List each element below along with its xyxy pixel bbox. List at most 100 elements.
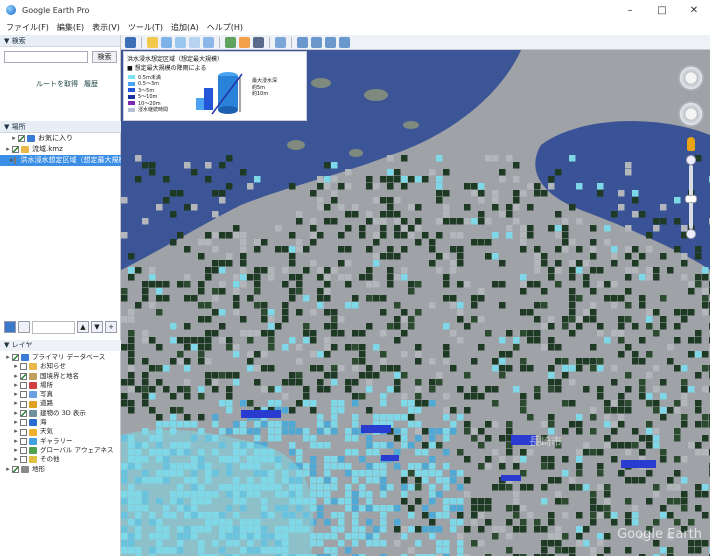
checkbox[interactable] (20, 382, 27, 390)
map-cell (569, 204, 576, 211)
layer-item[interactable]: ▸ お知らせ (4, 362, 121, 371)
layer-item[interactable]: ▸ 場所 (4, 381, 121, 390)
tour-icon[interactable] (203, 36, 214, 48)
menu-view[interactable]: 表示(V) (92, 22, 120, 33)
zoom-slider[interactable] (685, 165, 697, 229)
sidebar-toggle-icon[interactable] (125, 36, 136, 48)
places-panel-header[interactable]: ▼ 場所 (0, 121, 121, 133)
checkbox[interactable] (18, 135, 25, 142)
zoom-in-icon[interactable] (686, 155, 696, 165)
expand-icon[interactable]: ▸ (12, 399, 20, 408)
places-item[interactable]: ▸ 流域.kmz (0, 144, 121, 155)
checkbox[interactable] (12, 465, 19, 473)
layer-item[interactable]: ▸ その他 (4, 455, 121, 464)
building-icon (29, 409, 37, 417)
layer-item[interactable]: ▸ 写真 (4, 390, 121, 399)
layer-item[interactable]: ▸ 地形 (4, 465, 121, 474)
add-folder-icon[interactable]: + (105, 321, 117, 333)
overlay-icon[interactable] (189, 36, 200, 48)
map-cell (184, 246, 191, 253)
layer-item[interactable]: ▸ 天気 (4, 427, 121, 436)
save-image-icon[interactable] (325, 36, 336, 48)
map-cell (618, 414, 625, 421)
menu-edit[interactable]: 編集(E) (57, 22, 84, 33)
map-cell (282, 344, 289, 351)
maximize-button[interactable]: □ (646, 0, 678, 20)
search-input[interactable] (4, 51, 88, 63)
checkbox[interactable] (20, 456, 27, 464)
expand-icon[interactable]: ▸ (12, 372, 20, 381)
minimize-button[interactable]: – (614, 0, 646, 20)
checkbox[interactable] (20, 419, 27, 427)
get-directions-link[interactable]: ルートを取得 (36, 79, 78, 89)
expand-icon[interactable]: ▸ (4, 353, 12, 362)
menu-help[interactable]: ヘルプ(H) (207, 22, 243, 33)
checkbox[interactable] (12, 354, 19, 362)
expand-icon[interactable]: ▸ (10, 133, 18, 144)
history-link[interactable]: 履歴 (84, 79, 98, 89)
map-view-icon[interactable] (4, 321, 16, 333)
map-viewport[interactable]: 洪水浸水想定区域（想定最大規模） ■ 想定最大規模の降雨による 0.5m未満 0.… (121, 35, 710, 556)
view-in-maps-icon[interactable] (339, 36, 350, 48)
layer-item[interactable]: ▸ グローバル アウェアネス (4, 446, 121, 455)
menu-add[interactable]: 追加(A) (171, 22, 199, 33)
ruler-icon[interactable] (275, 36, 286, 48)
planets-icon[interactable] (253, 36, 264, 48)
layer-item[interactable]: ▸ ギャラリー (4, 437, 121, 446)
map-cell (562, 232, 569, 239)
checkbox[interactable] (20, 437, 27, 445)
move-joystick-icon[interactable] (678, 101, 704, 127)
expand-icon[interactable]: ▸ (12, 427, 20, 436)
expand-icon[interactable]: ▸ (12, 418, 20, 427)
map-cell (513, 344, 520, 351)
menu-file[interactable]: ファイル(F) (6, 22, 49, 33)
down-arrow-icon[interactable]: ▼ (91, 321, 103, 333)
expand-icon[interactable]: ▸ (12, 455, 20, 464)
places-item[interactable]: ▸ 洪水浸水想定区域（想定最大規模） (0, 155, 133, 166)
checkbox[interactable] (20, 428, 27, 436)
up-arrow-icon[interactable]: ▲ (77, 321, 89, 333)
polygon-icon[interactable] (161, 36, 172, 48)
expand-icon[interactable]: ▸ (12, 446, 20, 455)
historical-imagery-icon[interactable] (225, 36, 236, 48)
checkbox[interactable] (12, 146, 19, 153)
zoom-slider-knob[interactable] (685, 195, 697, 203)
look-joystick-icon[interactable] (678, 65, 704, 91)
expand-icon[interactable]: ▸ (12, 409, 20, 418)
expand-icon[interactable]: ▸ (12, 381, 20, 390)
expand-icon[interactable]: ▸ (4, 144, 12, 155)
sun-icon[interactable] (239, 36, 250, 48)
list-view-icon[interactable] (18, 321, 30, 333)
checkbox[interactable] (20, 363, 27, 371)
layer-item[interactable]: ▸ 国境界と地名 (4, 372, 121, 381)
print-icon[interactable] (311, 36, 322, 48)
close-button[interactable]: ✕ (678, 0, 710, 20)
map-cell (485, 498, 492, 505)
map-cell (352, 540, 359, 547)
placemark-icon[interactable] (147, 36, 158, 48)
search-button[interactable]: 検索 (92, 51, 117, 63)
places-item[interactable]: ▸ お気に入り (0, 133, 121, 144)
layer-item[interactable]: ▸ 道路 (4, 399, 121, 408)
street-view-pegman-icon[interactable] (687, 137, 695, 151)
checkbox[interactable] (20, 447, 27, 455)
zoom-out-icon[interactable] (686, 229, 696, 239)
checkbox[interactable] (20, 372, 27, 380)
map-cell (387, 267, 394, 274)
layer-item[interactable]: ▸ 海 (4, 418, 121, 427)
layer-item[interactable]: ▸ プライマリ データベース (4, 353, 121, 362)
expand-icon[interactable]: ▸ (12, 362, 20, 371)
menu-tools[interactable]: ツール(T) (128, 22, 163, 33)
checkbox[interactable] (20, 391, 27, 399)
email-icon[interactable] (297, 36, 308, 48)
layers-panel-header[interactable]: ▼ レイヤ (0, 340, 121, 351)
checkbox[interactable] (20, 409, 27, 417)
path-icon[interactable] (175, 36, 186, 48)
checkbox[interactable] (13, 157, 16, 164)
checkbox[interactable] (20, 400, 27, 408)
expand-icon[interactable]: ▸ (4, 465, 12, 474)
expand-icon[interactable]: ▸ (12, 390, 20, 399)
layer-item[interactable]: ▸ 建物の 3D 表示 (4, 409, 121, 418)
search-panel-header[interactable]: ▼ 検索 (0, 35, 120, 47)
expand-icon[interactable]: ▸ (12, 437, 20, 446)
